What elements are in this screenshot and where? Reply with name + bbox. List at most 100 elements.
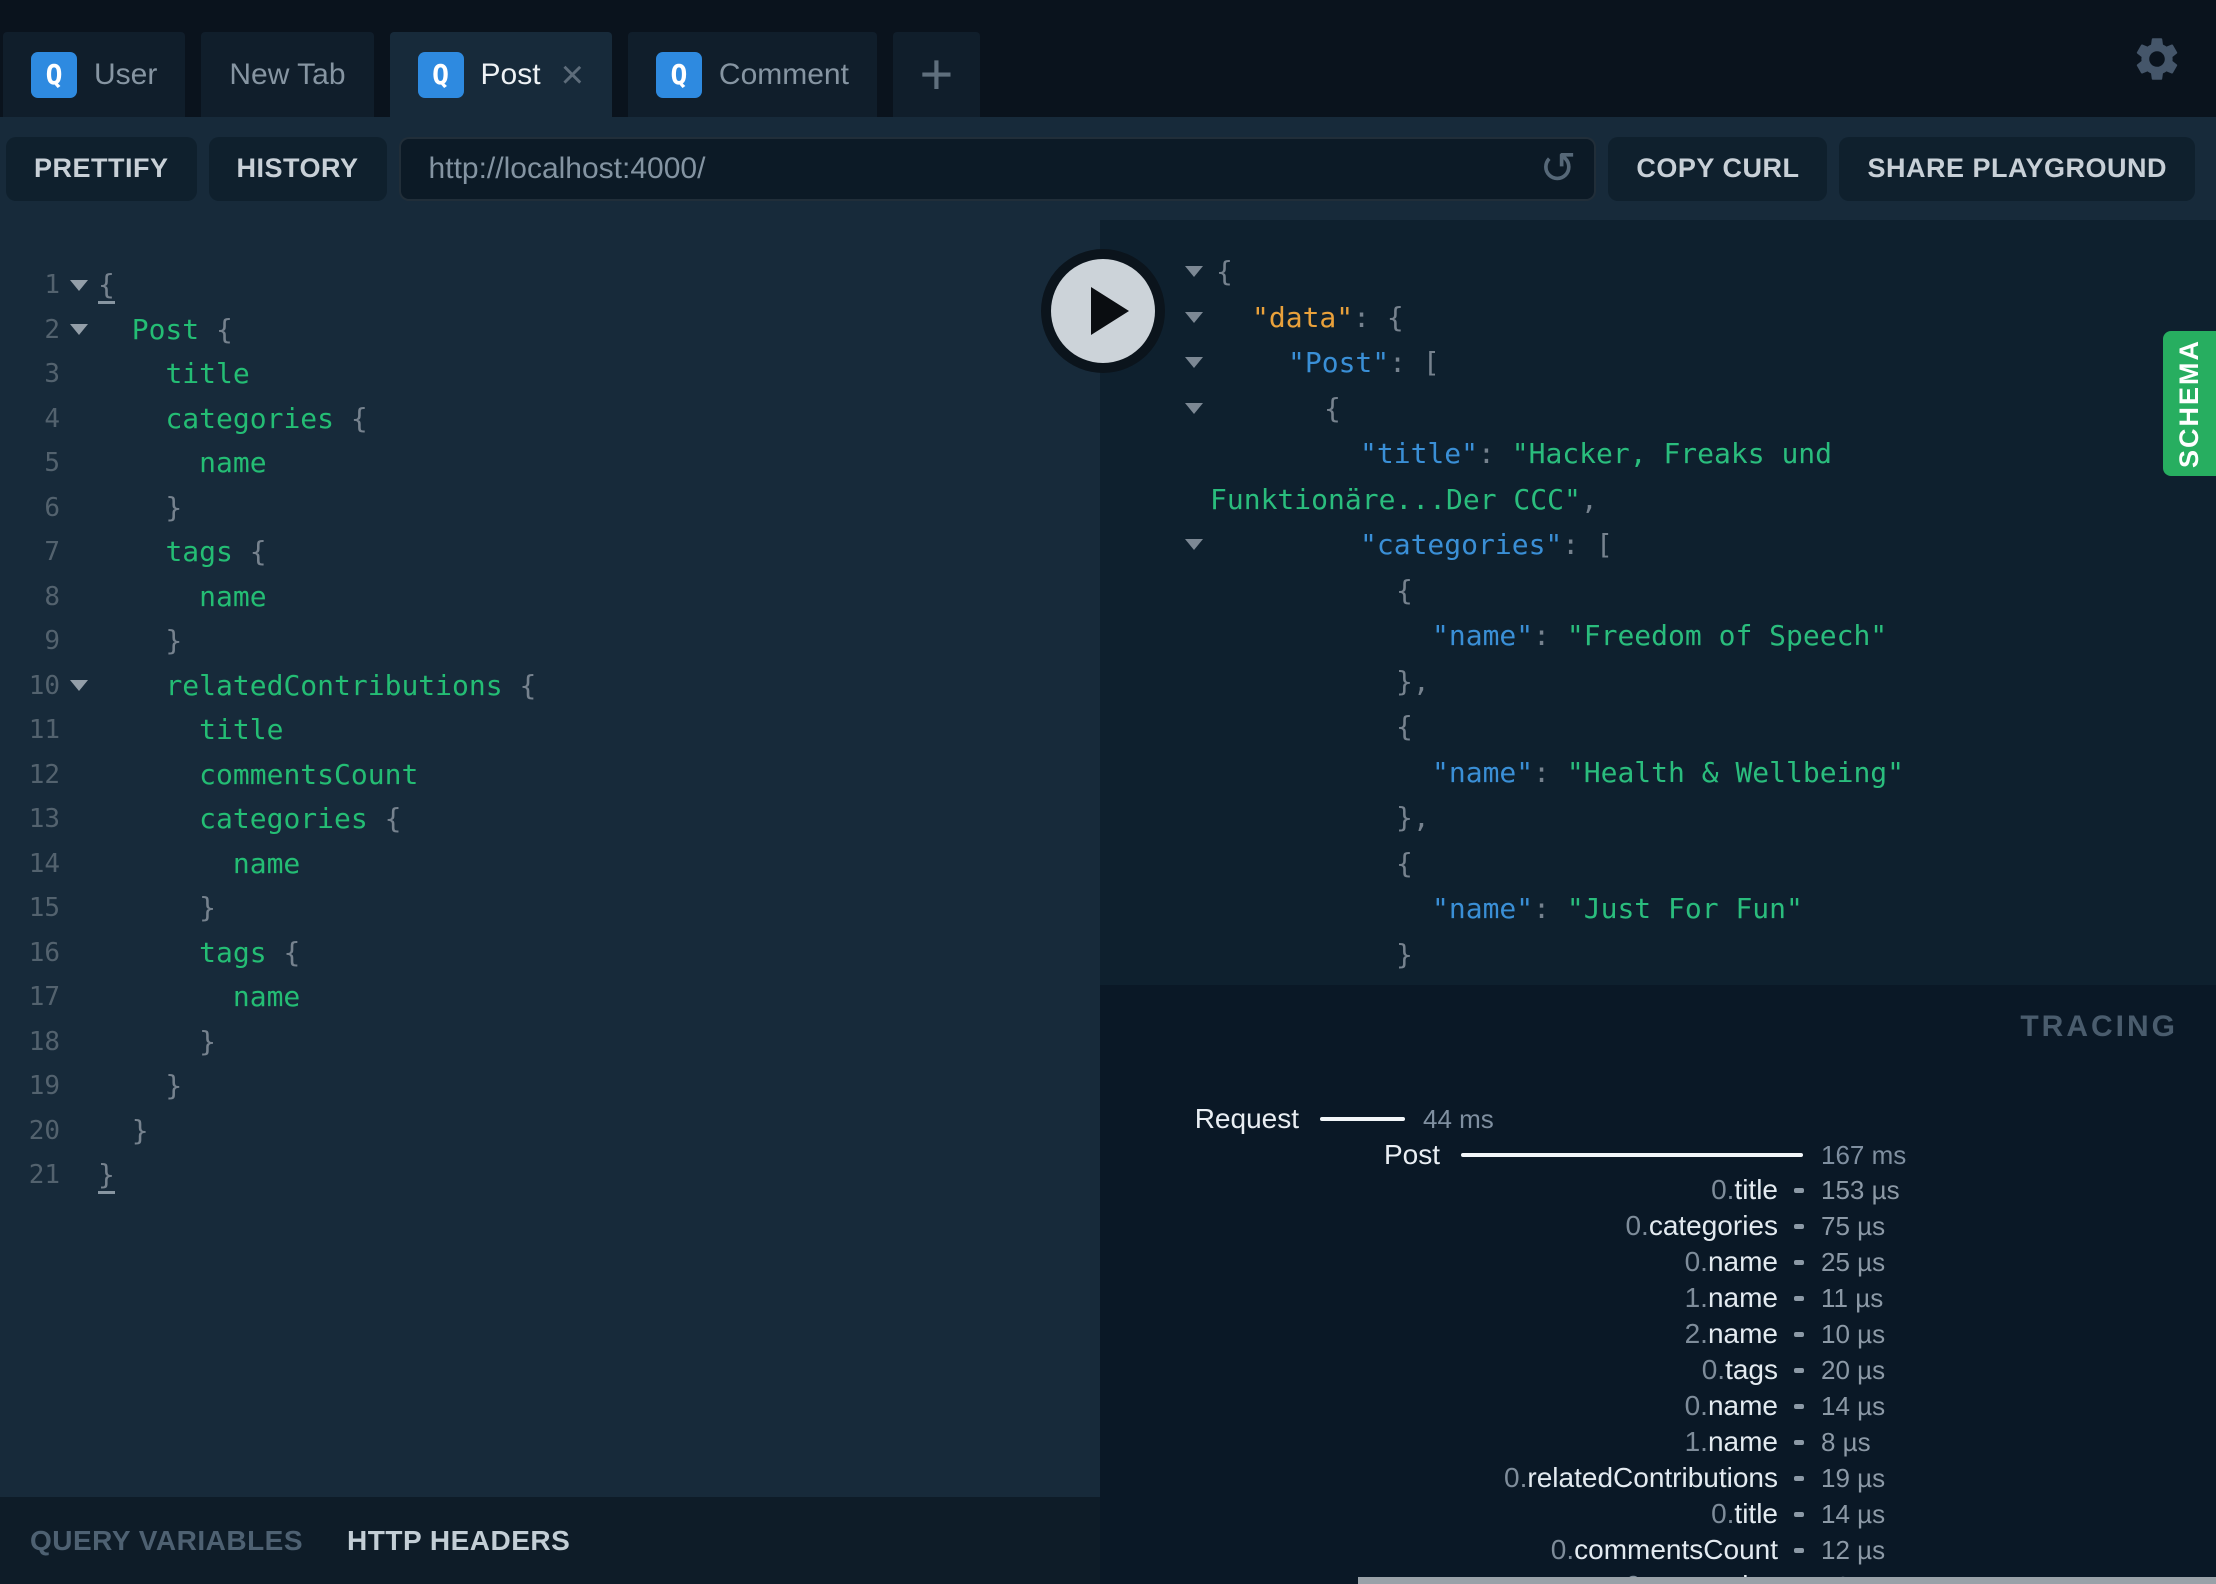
response-line: "data": {: [1100, 295, 2216, 341]
trace-resolver-duration: 12 µs: [1821, 1534, 1886, 1565]
trace-resolver-duration: 14 µs: [1821, 1390, 1886, 1421]
endpoint-input[interactable]: http://localhost:4000/ ↺: [398, 136, 1597, 201]
response-line: "categories": [: [1100, 522, 2216, 568]
trace-resolver-row: 1.name 11 µs: [1100, 1280, 2216, 1316]
tab-bar: Q User New Tab Q Post × Q Comment +: [0, 0, 2216, 117]
query-variables-tab[interactable]: QUERY VARIABLES: [30, 1525, 303, 1557]
fold-arrow-icon[interactable]: [70, 279, 88, 291]
trace-resolver-label: 0.commentsCount: [1100, 1534, 1778, 1566]
execute-query-button[interactable]: [1041, 249, 1165, 373]
fold-arrow-icon[interactable]: [1185, 266, 1203, 277]
tab-new-tab[interactable]: New Tab: [201, 32, 374, 117]
response-text: "Post": [: [1288, 346, 1440, 379]
response-text: {: [1396, 846, 1413, 880]
trace-resolver-duration: 75 µs: [1821, 1210, 1886, 1241]
response-text: {: [1324, 391, 1341, 425]
tab-label: Post: [480, 57, 541, 91]
response-text: "name": "Freedom of Speech": [1432, 619, 1888, 652]
editor-line: 7 tags {: [0, 530, 1100, 575]
trace-resolver-duration: 11 µs: [1821, 1282, 1884, 1313]
trace-span-duration: 44 ms: [1423, 1103, 1494, 1134]
tab-label: Comment: [718, 57, 849, 91]
resolver-index: 0.: [1711, 1174, 1735, 1205]
duration-dash: [1794, 1547, 1804, 1553]
line-number: 6: [44, 492, 60, 523]
history-button[interactable]: HISTORY: [208, 136, 387, 201]
fold-arrow-icon[interactable]: [1185, 539, 1203, 550]
trace-resolver-label: 2.name: [1100, 1318, 1778, 1350]
response-text: Funktionäre...Der CCC",: [1210, 482, 1598, 516]
trace-resolver-row: 0.commentsCount 12 µs: [1100, 1532, 2216, 1568]
graphql-playground: Q User New Tab Q Post × Q Comment + PRETTIFY HIS…: [0, 0, 2216, 1584]
main-area: 1{2 Post {3 title 4 categories {5 name 6 }…: [0, 220, 2216, 1584]
response-text: "data": {: [1252, 300, 1404, 334]
resolver-field: name: [1707, 1390, 1778, 1421]
tab-label: New Tab: [229, 57, 346, 91]
gear-icon: [2131, 38, 2183, 88]
tab-post[interactable]: Q Post ×: [389, 32, 612, 117]
line-number: 18: [28, 1026, 60, 1057]
trace-resolver-row: 0.tags 20 µs: [1100, 1352, 2216, 1388]
editor-line: 19 }: [0, 1064, 1100, 1109]
trace-span-duration: 167 ms: [1821, 1139, 1907, 1170]
code-text: }: [98, 490, 183, 524]
response-line: "name": "Health & Wellbeing": [1100, 750, 2216, 796]
duration-dash: [1794, 1475, 1804, 1481]
line-number: 21: [28, 1160, 60, 1190]
duration-dash: [1794, 1511, 1804, 1517]
reload-schema-icon[interactable]: ↺: [1540, 146, 1577, 191]
editor-line: 2 Post {: [0, 308, 1100, 353]
editor-line: 6 }: [0, 486, 1100, 531]
tracing-panel: TRACING Request 44 ms Post 167 ms 0.title 15…: [1100, 985, 2216, 1584]
query-editor-pane: 1{2 Post {3 title 4 categories {5 name 6 }…: [0, 220, 1100, 1584]
duration-dash: [1794, 1295, 1804, 1301]
fold-arrow-icon[interactable]: [1185, 402, 1203, 414]
code-text: }: [98, 1024, 217, 1058]
response-text: },: [1396, 801, 1430, 834]
line-number: 2: [44, 314, 60, 345]
duration-dash: [1794, 1223, 1804, 1229]
resolver-index: 0.: [1684, 1390, 1708, 1421]
editor-line: 20 }: [0, 1109, 1100, 1154]
schema-button[interactable]: SCHEMA: [2163, 331, 2216, 476]
trace-span-row: Post 167 ms: [1100, 1137, 2216, 1173]
code-text: }: [98, 1113, 149, 1147]
trace-resolver-duration: 20 µs: [1821, 1354, 1886, 1385]
editor-line: 10 relatedContributions {: [0, 664, 1100, 709]
resolver-index: 1.: [1684, 1426, 1708, 1457]
copy-curl-button[interactable]: COPY CURL: [1608, 136, 1828, 201]
trace-span-label: Post: [1383, 1139, 1440, 1170]
settings-button[interactable]: [2131, 33, 2183, 85]
tab-user[interactable]: Q User: [3, 32, 186, 117]
code-text: categories {: [165, 401, 368, 435]
response-line: {: [1100, 249, 2216, 295]
response-line: },: [1100, 795, 2216, 841]
trace-resolver-label: 0.name: [1100, 1390, 1778, 1422]
editor-line: 14 name: [0, 842, 1100, 887]
resolver-field: relatedContributions: [1527, 1462, 1778, 1493]
fold-arrow-icon[interactable]: [70, 324, 88, 336]
resolver-field: tags: [1725, 1354, 1778, 1385]
fold-arrow-icon[interactable]: [70, 680, 88, 692]
line-number: 5: [44, 448, 60, 478]
duration-dash: [1794, 1439, 1804, 1445]
trace-resolver-duration: 8 µs: [1821, 1426, 1871, 1457]
share-playground-button[interactable]: SHARE PLAYGROUND: [1839, 136, 2195, 201]
trace-resolver-duration: 10 µs: [1821, 1318, 1886, 1349]
trace-resolver-row: 0.name 25 µs: [1100, 1244, 2216, 1280]
close-tab-icon[interactable]: ×: [561, 55, 584, 95]
tab-comment[interactable]: Q Comment: [627, 32, 877, 117]
prettify-button[interactable]: PRETTIFY: [6, 136, 197, 201]
query-editor[interactable]: 1{2 Post {3 title 4 categories {5 name 6 }…: [0, 220, 1100, 1497]
line-number: 10: [28, 670, 60, 701]
response-line: ]: [1100, 977, 2216, 985]
code-text: categories {: [199, 802, 402, 835]
horizontal-scrollbar[interactable]: [1358, 1577, 2216, 1584]
http-headers-tab[interactable]: HTTP HEADERS: [347, 1525, 570, 1557]
new-tab-button[interactable]: +: [892, 32, 980, 117]
fold-arrow-icon[interactable]: [1185, 311, 1203, 323]
fold-arrow-icon[interactable]: [1185, 357, 1203, 368]
line-number: 15: [28, 893, 60, 923]
duration-dash: [1794, 1367, 1804, 1373]
resolver-field: title: [1734, 1174, 1778, 1205]
